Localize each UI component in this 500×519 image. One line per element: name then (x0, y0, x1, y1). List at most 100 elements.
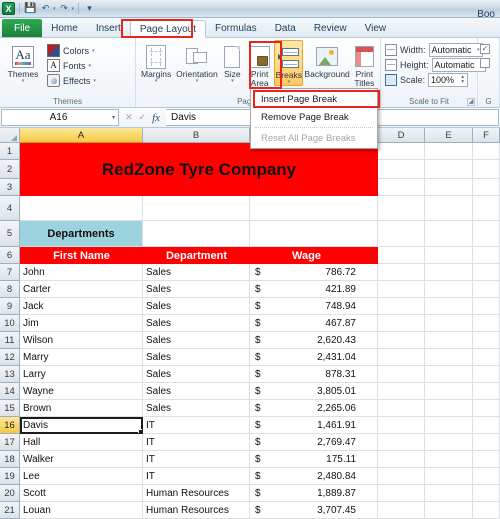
enter-formula-icon[interactable]: ✓ (139, 112, 147, 123)
cell-f12[interactable] (473, 349, 500, 366)
cell-c15[interactable]: $2,265.06 (250, 400, 378, 417)
cell-e11[interactable] (425, 332, 473, 349)
insert-function-icon[interactable]: fx (152, 112, 160, 124)
cell-d19[interactable] (378, 468, 425, 485)
row-header-2[interactable]: 2 (0, 160, 20, 179)
theme-fonts-button[interactable]: A Fonts ▾ (45, 58, 98, 73)
cell-f16[interactable] (473, 417, 500, 434)
cell-f9[interactable] (473, 298, 500, 315)
cell-e13[interactable] (425, 366, 473, 383)
cell-c7[interactable]: $786.72 (250, 264, 378, 281)
cell-b12[interactable]: Sales (143, 349, 250, 366)
cell-d7[interactable] (378, 264, 425, 281)
cell-d20[interactable] (378, 485, 425, 502)
cell-d14[interactable] (378, 383, 425, 400)
cell-e20[interactable] (425, 485, 473, 502)
cell-e4[interactable] (425, 196, 473, 221)
cell-a4[interactable] (20, 196, 143, 221)
row-header-11[interactable]: 11 (0, 332, 20, 349)
column-header-e[interactable]: E (425, 128, 473, 143)
header-department[interactable]: Department (143, 247, 250, 264)
cell-d1[interactable] (378, 143, 425, 160)
tab-formulas[interactable]: Formulas (206, 19, 266, 37)
scale-to-fit-dialog-launcher[interactable]: ◢ (467, 98, 475, 106)
ribbon-tab-strip[interactable]: File Home Insert Page Layout Formulas Da… (0, 18, 500, 38)
row-header-6[interactable]: 6 (0, 247, 20, 264)
cell-f20[interactable] (473, 485, 500, 502)
cell-a13[interactable]: Larry (20, 366, 143, 383)
cell-c17[interactable]: $2,769.47 (250, 434, 378, 451)
cell-e8[interactable] (425, 281, 473, 298)
save-icon[interactable]: 💾 (24, 2, 37, 15)
cell-a10[interactable]: Jim (20, 315, 143, 332)
cell-e2[interactable] (425, 160, 473, 179)
cell-d11[interactable] (378, 332, 425, 349)
gridlines-view-checkbox[interactable]: ✓ (480, 42, 490, 56)
cancel-formula-icon[interactable]: ✕ (125, 112, 133, 123)
row-header-15[interactable]: 15 (0, 400, 20, 417)
cell-d8[interactable] (378, 281, 425, 298)
cell-d15[interactable] (378, 400, 425, 417)
cell-f3[interactable] (473, 179, 500, 196)
cell-a5-departments[interactable]: Departments (20, 221, 143, 247)
chevron-down-icon[interactable]: ▾ (112, 114, 115, 121)
column-header-b[interactable]: B (143, 128, 250, 143)
cell-c19[interactable]: $2,480.84 (250, 468, 378, 485)
tab-file[interactable]: File (2, 19, 43, 37)
cell-d2[interactable] (378, 160, 425, 179)
cell-f19[interactable] (473, 468, 500, 485)
cell-b19[interactable]: IT (143, 468, 250, 485)
cell-e6[interactable] (425, 247, 473, 264)
page-scale-input[interactable]: 100% ▲ ▼ (428, 72, 469, 87)
row-header-12[interactable]: 12 (0, 349, 20, 366)
cell-b7[interactable]: Sales (143, 264, 250, 281)
redo-icon[interactable]: ↷ (58, 2, 71, 15)
cell-c14[interactable]: $3,805.01 (250, 383, 378, 400)
row-header-21[interactable]: 21 (0, 502, 20, 519)
row-header-4[interactable]: 4 (0, 196, 20, 221)
cell-d16[interactable] (378, 417, 425, 434)
cell-a16[interactable]: Davis (20, 417, 143, 434)
cell-f14[interactable] (473, 383, 500, 400)
cell-d9[interactable] (378, 298, 425, 315)
cell-d4[interactable] (378, 196, 425, 221)
cell-b15[interactable]: Sales (143, 400, 250, 417)
cell-b17[interactable]: IT (143, 434, 250, 451)
page-height-row[interactable]: Height: Automatic ▾ (383, 57, 488, 72)
cell-f18[interactable] (473, 451, 500, 468)
cell-a17[interactable]: Hall (20, 434, 143, 451)
cell-f7[interactable] (473, 264, 500, 281)
cell-c11[interactable]: $2,620.43 (250, 332, 378, 349)
cell-d18[interactable] (378, 451, 425, 468)
cell-c21[interactable]: $3,707.45 (250, 502, 378, 519)
cell-e10[interactable] (425, 315, 473, 332)
theme-effects-button[interactable]: Effects ▾ (45, 73, 98, 88)
cell-f13[interactable] (473, 366, 500, 383)
cell-b21[interactable]: Human Resources (143, 502, 250, 519)
cell-b4[interactable] (143, 196, 250, 221)
cell-a11[interactable]: Wilson (20, 332, 143, 349)
row-header-5[interactable]: 5 (0, 221, 20, 247)
name-box[interactable]: A16 ▾ (1, 109, 119, 126)
gridlines-print-checkbox[interactable] (480, 56, 490, 70)
themes-button[interactable]: Aa Themes ▾ (2, 40, 44, 84)
row-header-16[interactable]: 16 (0, 417, 20, 434)
undo-icon[interactable]: ↶ (39, 2, 52, 15)
cell-a20[interactable]: Scott (20, 485, 143, 502)
cell-a7[interactable]: John (20, 264, 143, 281)
cell-c20[interactable]: $1,889.87 (250, 485, 378, 502)
cell-f4[interactable] (473, 196, 500, 221)
cell-f11[interactable] (473, 332, 500, 349)
column-header-f[interactable]: F (473, 128, 500, 143)
cell-f6[interactable] (473, 247, 500, 264)
cell-d21[interactable] (378, 502, 425, 519)
tab-home[interactable]: Home (42, 19, 87, 37)
row-header-1[interactable]: 1 (0, 143, 20, 160)
cell-b20[interactable]: Human Resources (143, 485, 250, 502)
tab-page-layout[interactable]: Page Layout (129, 20, 206, 38)
tab-insert[interactable]: Insert (87, 19, 130, 37)
header-first-name[interactable]: First Name (20, 247, 143, 264)
cell-c8[interactable]: $421.89 (250, 281, 378, 298)
cell-a19[interactable]: Lee (20, 468, 143, 485)
cell-a14[interactable]: Wayne (20, 383, 143, 400)
